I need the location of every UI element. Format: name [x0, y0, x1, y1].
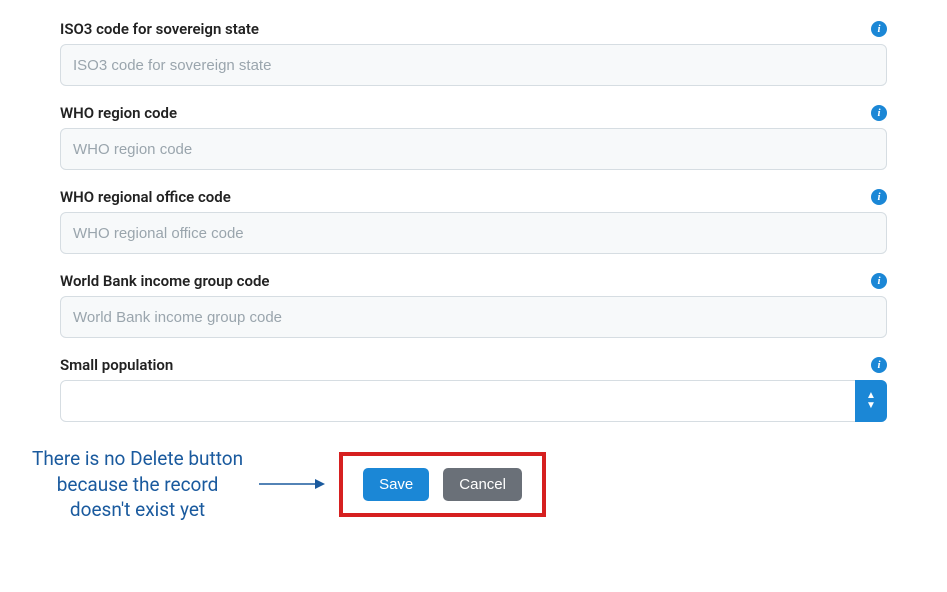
- form-group-who-office: WHO regional office code i: [60, 188, 887, 254]
- bottom-row: There is no Delete button because the re…: [60, 446, 887, 523]
- label-row: WHO region code i: [60, 104, 887, 122]
- info-icon[interactable]: i: [871, 21, 887, 37]
- info-icon[interactable]: i: [871, 189, 887, 205]
- form-group-small-pop: Small population i ▲ ▼: [60, 356, 887, 422]
- select-arrows[interactable]: ▲ ▼: [855, 380, 887, 422]
- who-office-input[interactable]: [60, 212, 887, 254]
- annotation-line: There is no Delete button: [32, 446, 243, 472]
- select-wrap: ▲ ▼: [60, 380, 887, 422]
- form-group-who-region: WHO region code i: [60, 104, 887, 170]
- label-row: ISO3 code for sovereign state i: [60, 20, 887, 38]
- cancel-button[interactable]: Cancel: [443, 468, 522, 501]
- button-highlight-box: Save Cancel: [339, 452, 546, 517]
- chevron-down-icon: ▼: [866, 401, 876, 411]
- annotation-no-delete: There is no Delete button because the re…: [32, 446, 243, 523]
- label-row: World Bank income group code i: [60, 272, 887, 290]
- label-row: Small population i: [60, 356, 887, 374]
- field-label-wb-income: World Bank income group code: [60, 272, 270, 290]
- who-region-input[interactable]: [60, 128, 887, 170]
- info-icon[interactable]: i: [871, 273, 887, 289]
- info-icon[interactable]: i: [871, 105, 887, 121]
- save-button[interactable]: Save: [363, 468, 429, 501]
- annotation-arrow: [257, 475, 327, 493]
- field-label-who-region: WHO region code: [60, 104, 177, 122]
- wb-income-input[interactable]: [60, 296, 887, 338]
- form-group-wb-income: World Bank income group code i: [60, 272, 887, 338]
- iso3-input[interactable]: [60, 44, 887, 86]
- field-label-who-office: WHO regional office code: [60, 188, 231, 206]
- annotation-line: doesn't exist yet: [32, 497, 243, 523]
- info-icon[interactable]: i: [871, 357, 887, 373]
- annotation-line: because the record: [32, 472, 243, 498]
- field-label-small-pop: Small population: [60, 356, 173, 374]
- label-row: WHO regional office code i: [60, 188, 887, 206]
- small-population-select[interactable]: [60, 380, 887, 422]
- form-group-iso3: ISO3 code for sovereign state i: [60, 20, 887, 86]
- field-label-iso3: ISO3 code for sovereign state: [60, 20, 259, 38]
- arrow-right-icon: [257, 475, 327, 493]
